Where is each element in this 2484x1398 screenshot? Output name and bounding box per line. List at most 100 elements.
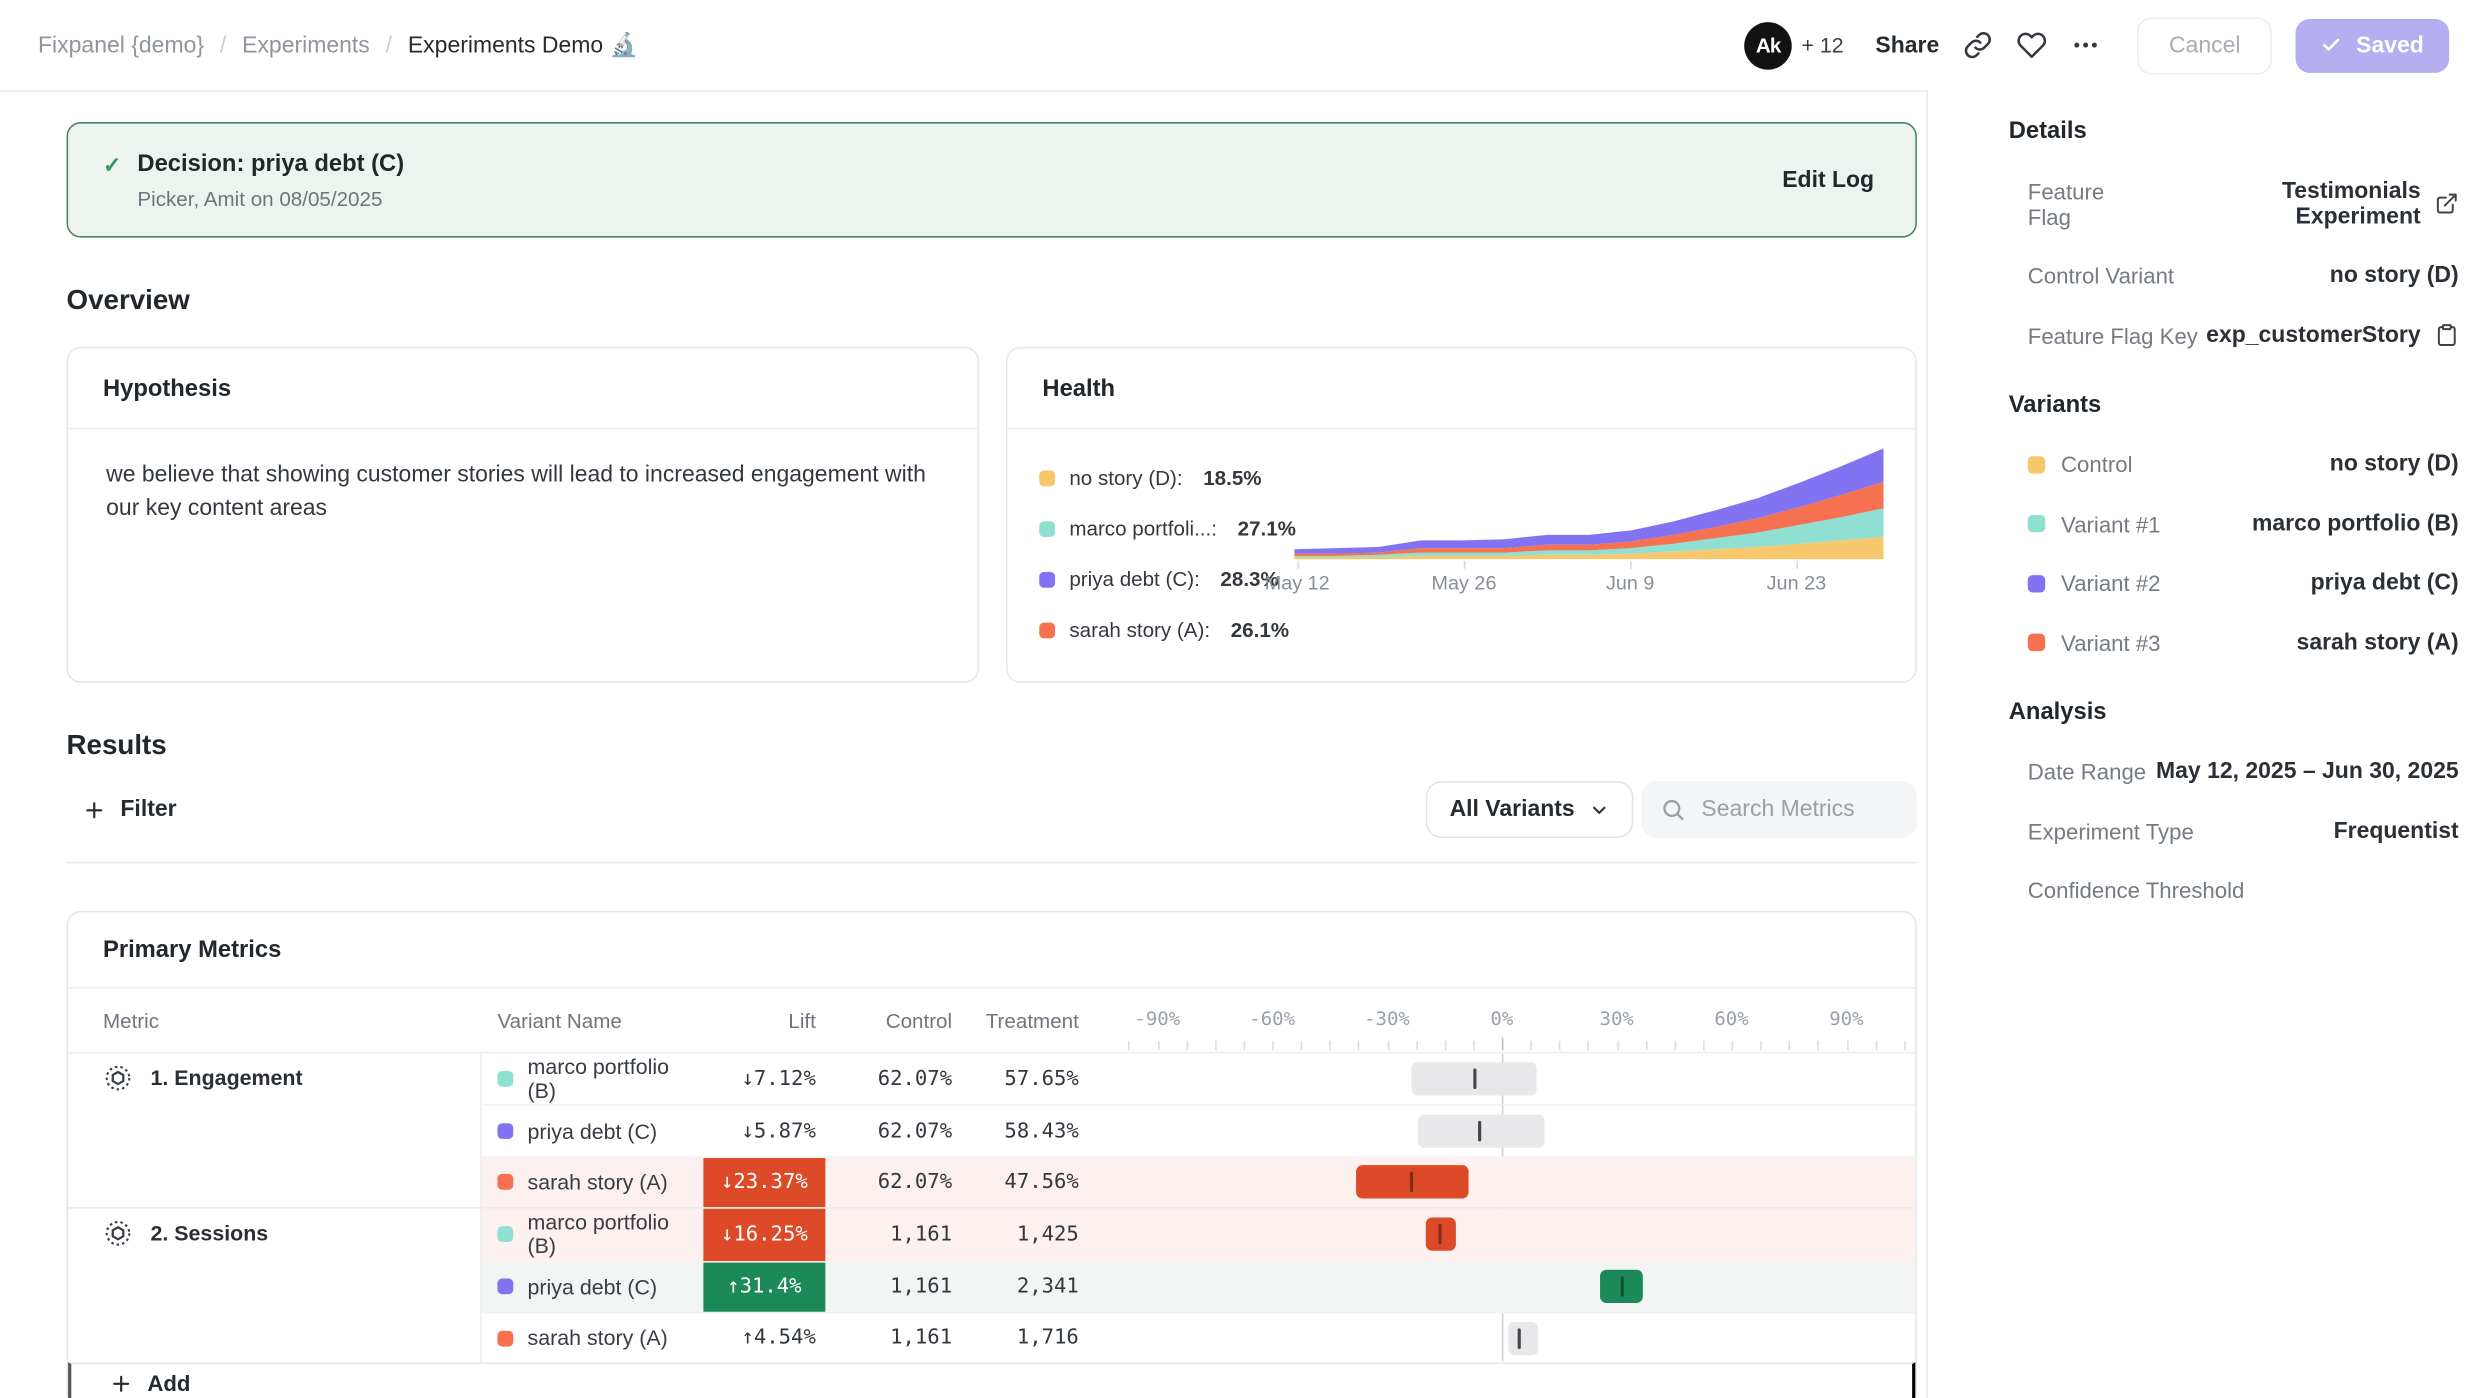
legend-label: no story (D): bbox=[1069, 466, 1182, 490]
legend-label: marco portfoli...: bbox=[1069, 516, 1217, 540]
table-row[interactable]: marco portfolio (B) ↓7.12% 62.07% 57.65% bbox=[482, 1053, 1916, 1104]
variant-value: no story (D) bbox=[2330, 451, 2459, 476]
legend-color-dot bbox=[1039, 571, 1055, 587]
treatment-value: 47.56% bbox=[952, 1171, 1079, 1195]
experiment-type-value: Frequentist bbox=[2334, 818, 2459, 843]
lift-axis-labels: -90%-60%-30%0%30%60%90% bbox=[1079, 1004, 1915, 1036]
primary-metrics-title: Primary Metrics bbox=[68, 912, 1915, 988]
topbar-actions: Ak + 12 Share Cancel Saved bbox=[1744, 17, 2449, 74]
feature-flag-value[interactable]: Testimonials Experiment bbox=[2153, 178, 2421, 229]
details-sidebar: Details Feature Flag Testimonials Experi… bbox=[1926, 90, 2484, 1398]
plus-icon bbox=[109, 1372, 133, 1396]
add-label: Add bbox=[147, 1371, 190, 1396]
avatar[interactable]: Ak bbox=[1744, 21, 1792, 69]
metric-cell[interactable]: 1. Engagement bbox=[68, 1053, 481, 1207]
cancel-button[interactable]: Cancel bbox=[2137, 17, 2272, 74]
search-metrics-input[interactable] bbox=[1701, 797, 1897, 822]
add-filter-button[interactable]: Filter bbox=[67, 797, 177, 822]
lift-value: ↑4.54% bbox=[703, 1313, 825, 1363]
table-row[interactable]: sarah story (A) ↓23.37% 62.07% 47.56% bbox=[482, 1156, 1916, 1207]
variant-row: Variant #2 priya debt (C) bbox=[2009, 570, 2459, 595]
variant-filter-value: All Variants bbox=[1450, 797, 1575, 822]
breadcrumb-experiments[interactable]: Experiments bbox=[242, 32, 370, 57]
treatment-value: 58.43% bbox=[952, 1119, 1079, 1143]
share-button[interactable]: Share bbox=[1875, 32, 1939, 57]
more-options-icon[interactable] bbox=[2071, 30, 2101, 60]
variant-value: priya debt (C) bbox=[2311, 570, 2459, 595]
collaborators-count[interactable]: + 12 bbox=[1801, 33, 1843, 57]
table-row[interactable]: sarah story (A) ↑4.54% 1,161 1,716 bbox=[482, 1312, 1916, 1363]
table-row[interactable]: priya debt (C) ↑31.4% 1,161 2,341 bbox=[482, 1260, 1916, 1311]
metric-cell[interactable]: 2. Sessions bbox=[68, 1209, 481, 1363]
variant-value: marco portfolio (B) bbox=[2252, 511, 2459, 536]
control-value: 1,161 bbox=[825, 1223, 952, 1247]
copy-clipboard-icon[interactable] bbox=[2435, 323, 2459, 347]
col-variant: Variant Name bbox=[482, 1008, 704, 1032]
breadcrumb-separator: / bbox=[386, 32, 392, 57]
results-heading: Results bbox=[67, 729, 1917, 762]
detail-label: Control Variant bbox=[2028, 263, 2174, 288]
analysis-section-title: Analysis bbox=[2009, 698, 2459, 725]
breadcrumb-current: Experiments Demo 🔬 bbox=[408, 32, 638, 59]
control-variant-value: no story (D) bbox=[2330, 263, 2459, 288]
external-link-icon[interactable] bbox=[2435, 192, 2459, 216]
lift-value: ↓23.37% bbox=[703, 1158, 825, 1208]
confidence-interval-plot bbox=[1079, 1313, 1915, 1363]
variant-color-dot bbox=[497, 1123, 513, 1139]
add-metric-button[interactable]: Add bbox=[68, 1363, 1915, 1398]
content: ✓ Decision: priya debt (C) Picker, Amit … bbox=[0, 90, 2484, 1398]
legend-label: sarah story (A): bbox=[1069, 618, 1210, 642]
confidence-interval-plot bbox=[1079, 1209, 1915, 1260]
plus-icon bbox=[82, 798, 106, 822]
saved-button[interactable]: Saved bbox=[2296, 18, 2449, 72]
legend-value: 27.1% bbox=[1238, 516, 1296, 540]
legend-item: sarah story (A): 26.1% bbox=[1039, 618, 1289, 642]
variant-name: marco portfolio (B) bbox=[528, 1055, 704, 1103]
confidence-interval-plot bbox=[1079, 1053, 1915, 1104]
search-metrics-box[interactable] bbox=[1641, 781, 1917, 838]
control-value: 1,161 bbox=[825, 1326, 952, 1350]
col-control: Control bbox=[825, 1008, 952, 1032]
copy-link-icon[interactable] bbox=[1963, 30, 1993, 60]
hypothesis-card: Hypothesis we believe that showing custo… bbox=[67, 347, 979, 683]
decision-banner: ✓ Decision: priya debt (C) Picker, Amit … bbox=[67, 122, 1917, 238]
analysis-row: Date Range May 12, 2025 – Jun 30, 2025 bbox=[2009, 759, 2459, 784]
lift-axis-ticks-row bbox=[68, 1036, 1915, 1052]
overview-heading: Overview bbox=[67, 284, 1917, 317]
hypothesis-body: we believe that showing customer stories… bbox=[68, 429, 977, 554]
overview-cards: Hypothesis we believe that showing custo… bbox=[67, 347, 1917, 683]
legend-label: priya debt (C): bbox=[1069, 567, 1199, 591]
detail-row: Feature Flag Key exp_customerStory bbox=[2009, 322, 2459, 347]
legend-color-dot bbox=[1039, 622, 1055, 638]
legend-item: priya debt (C): 28.3% bbox=[1039, 567, 1289, 591]
details-section-title: Details bbox=[2009, 117, 2459, 144]
main-panel: ✓ Decision: priya debt (C) Picker, Amit … bbox=[0, 90, 1926, 1398]
health-area-chart: May 12May 26Jun 9Jun 23 bbox=[1294, 448, 1883, 641]
variant-name: sarah story (A) bbox=[528, 1326, 668, 1350]
analysis-label: Experiment Type bbox=[2028, 818, 2194, 843]
analysis-label: Date Range bbox=[2028, 759, 2146, 784]
legend-item: no story (D): 18.5% bbox=[1039, 466, 1289, 490]
ci-point-estimate bbox=[1473, 1069, 1476, 1090]
variant-row: Variant #3 sarah story (A) bbox=[2009, 630, 2459, 655]
breadcrumb-project[interactable]: Fixpanel {demo} bbox=[38, 32, 204, 57]
confidence-interval-plot bbox=[1079, 1262, 1915, 1312]
health-card: Health no story (D): 18.5% marco portfol… bbox=[1006, 347, 1917, 683]
detail-row: Feature Flag Testimonials Experiment bbox=[2009, 178, 2459, 229]
legend-color-dot bbox=[1039, 520, 1055, 536]
variant-color-dot bbox=[497, 1330, 513, 1346]
variant-color-dot bbox=[497, 1279, 513, 1295]
search-icon bbox=[1660, 797, 1685, 822]
variant-label: Variant #1 bbox=[2061, 511, 2160, 536]
ci-point-estimate bbox=[1411, 1172, 1414, 1193]
breadcrumb: Fixpanel {demo} / Experiments / Experime… bbox=[38, 32, 638, 59]
table-row[interactable]: marco portfolio (B) ↓16.25% 1,161 1,425 bbox=[482, 1209, 1916, 1260]
ci-point-estimate bbox=[1438, 1224, 1441, 1245]
favorite-heart-icon[interactable] bbox=[2017, 30, 2047, 60]
check-icon: ✓ bbox=[103, 149, 122, 211]
table-row[interactable]: priya debt (C) ↓5.87% 62.07% 58.43% bbox=[482, 1105, 1916, 1156]
edit-log-button[interactable]: Edit Log bbox=[1782, 167, 1874, 192]
variant-filter-dropdown[interactable]: All Variants bbox=[1426, 781, 1634, 838]
lift-value: ↓16.25% bbox=[703, 1209, 825, 1260]
topbar: Fixpanel {demo} / Experiments / Experime… bbox=[0, 0, 2484, 90]
